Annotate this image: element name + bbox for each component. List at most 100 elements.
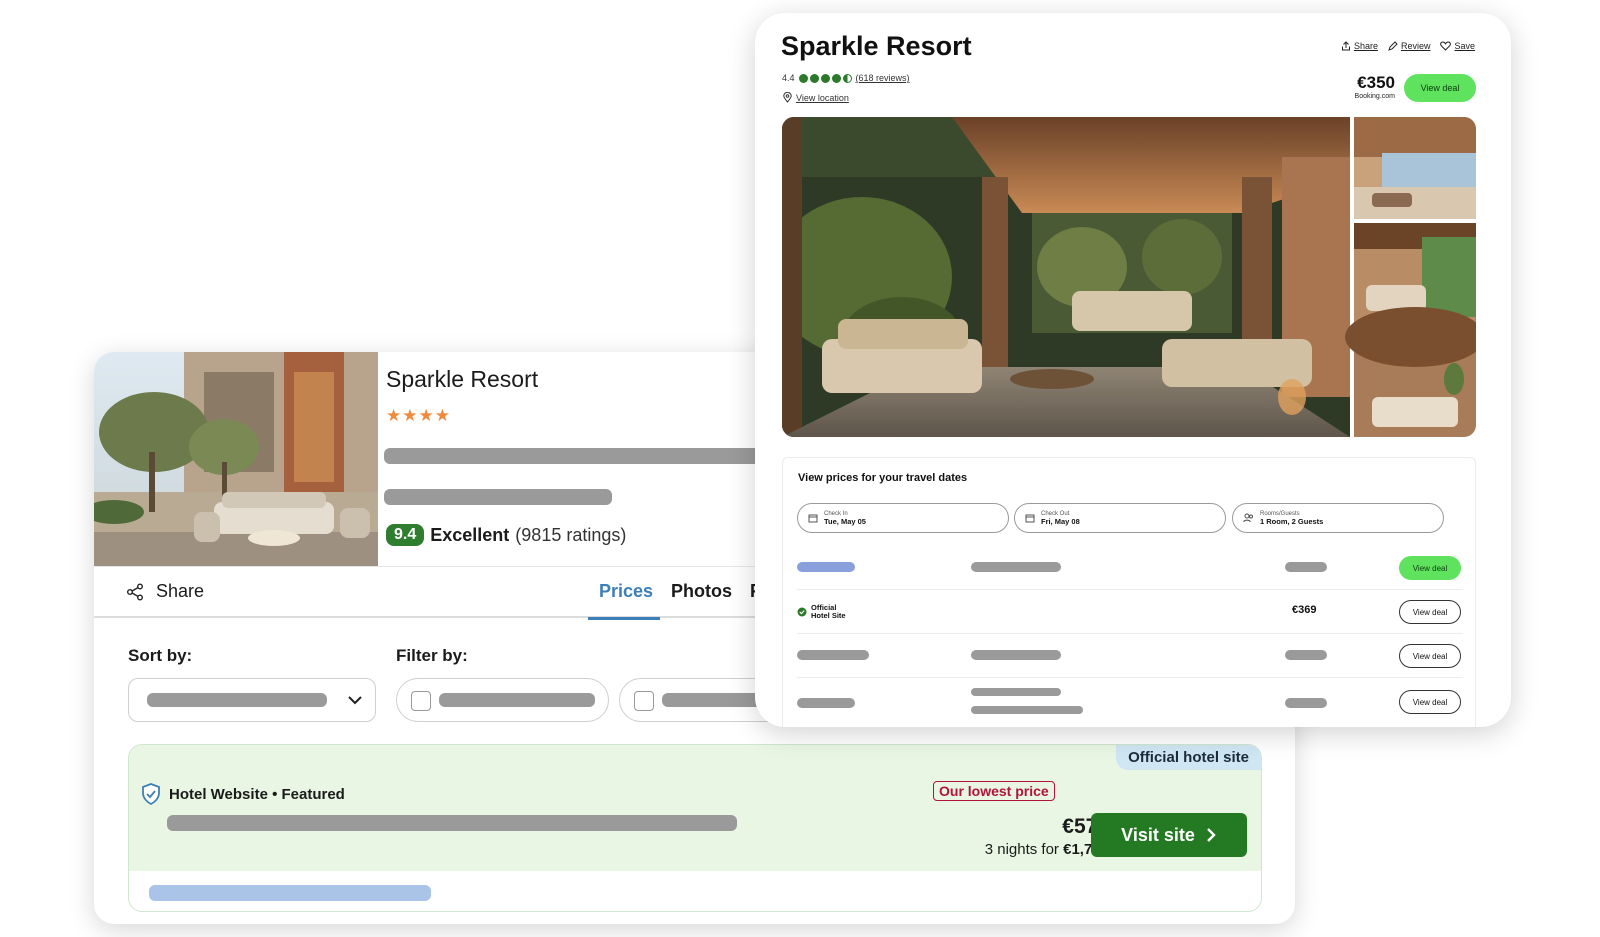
hotel-name: Sparkle Resort: [386, 366, 539, 392]
filter-checkbox[interactable]: [411, 691, 431, 711]
rating-bubble: [798, 73, 808, 83]
price-row: View deal: [797, 678, 1463, 722]
tab-photos[interactable]: Photos: [671, 581, 732, 602]
prices-panel: View prices for your travel dates Check …: [782, 457, 1476, 727]
gallery-main-photo[interactable]: [782, 117, 1350, 437]
active-tab-indicator: [588, 617, 660, 620]
shield-check-icon: [142, 783, 160, 805]
heart-icon: [1440, 41, 1452, 51]
hotel-website-label: Hotel Website • Featured: [141, 783, 345, 805]
official-site-tag: Official hotel site: [1116, 745, 1261, 770]
placeholder-bar: [797, 562, 855, 572]
placeholder-bar: [971, 688, 1061, 696]
hotel-website-text: Hotel Website • Featured: [169, 785, 345, 803]
share-link[interactable]: Share: [1341, 41, 1378, 51]
guest-rating: 9.4 Excellent (9815 ratings): [386, 524, 626, 546]
rating-word: Excellent: [430, 524, 510, 545]
guests-icon: [1243, 513, 1253, 523]
placeholder-bar: [1285, 562, 1327, 572]
featured-offer: Official hotel site Hotel Website • Feat…: [128, 744, 1262, 912]
rating-bubble: [820, 73, 830, 83]
filter-option[interactable]: [396, 678, 609, 722]
placeholder-bar: [971, 650, 1061, 660]
check-out-value: Fri, May 08: [1041, 516, 1080, 526]
best-price-source: Booking.com: [1354, 93, 1395, 100]
view-deal-button[interactable]: View deal: [1399, 644, 1461, 668]
nights-prefix: 3 nights for: [984, 841, 1064, 858]
review-link[interactable]: Review: [1388, 41, 1431, 51]
placeholder-bar: [1285, 650, 1327, 660]
best-price-value: €350: [1357, 73, 1395, 92]
action-links: Share Review Save: [1341, 41, 1475, 51]
placeholder-bar: [797, 698, 855, 708]
price-row-official: Official Hotel Site €369 View deal: [797, 590, 1463, 634]
sort-select[interactable]: [128, 678, 376, 722]
gallery-thumbnail-3[interactable]: [1345, 307, 1476, 437]
calendar-icon: [1025, 514, 1035, 523]
save-label: Save: [1454, 41, 1475, 51]
chevron-right-icon: [1207, 828, 1216, 842]
price-row: View deal: [797, 634, 1463, 678]
best-price: €350 Booking.com: [1315, 73, 1395, 100]
placeholder-bar: [167, 815, 737, 831]
sort-label: Sort by:: [128, 646, 193, 665]
rating-score-badge: 9.4: [386, 524, 425, 546]
hotel-hero-image[interactable]: [94, 352, 378, 566]
chevron-down-icon: [348, 696, 362, 705]
view-location-link[interactable]: View location: [783, 92, 849, 103]
review-label: Review: [1400, 41, 1431, 51]
share-label: Share: [1353, 41, 1378, 51]
share-label: Share: [156, 581, 205, 601]
check-out-field[interactable]: Check Out Fri, May 08: [1014, 503, 1226, 533]
price-row: View deal: [797, 546, 1463, 590]
view-deal-button[interactable]: View deal: [1399, 600, 1461, 624]
view-deal-button[interactable]: View deal: [1404, 74, 1476, 102]
placeholder-bar: [971, 706, 1083, 714]
placeholder-bar: [1285, 698, 1327, 708]
review-rating: 4.4 (618 reviews): [782, 73, 910, 83]
official-line-2: Hotel Site: [811, 610, 846, 620]
official-price: €369: [1292, 604, 1317, 616]
rooms-guests-value: 1 Room, 2 Guests: [1260, 516, 1324, 526]
rating-bubble: [809, 73, 819, 83]
share-icon: [127, 583, 143, 600]
placeholder-bar: [384, 448, 774, 464]
lowest-price-badge: Our lowest price: [933, 781, 1055, 801]
placeholder-bar: [797, 650, 869, 660]
rating-bubbles: [798, 73, 852, 83]
official-hotel-site-label: Official Hotel Site: [797, 604, 846, 620]
check-in-value: Tue, May 05: [824, 516, 866, 526]
prices-panel-title: View prices for your travel dates: [798, 472, 968, 484]
review-pencil-icon: [1388, 41, 1398, 51]
star-rating: ★★★★: [386, 406, 451, 425]
hotel-detail-card: Sparkle Resort Share Review Save 4.4 (61…: [755, 13, 1511, 727]
share-button[interactable]: Share: [126, 581, 204, 602]
view-location-label: View location: [796, 92, 849, 103]
save-link[interactable]: Save: [1440, 41, 1475, 51]
location-pin-icon: [783, 92, 792, 103]
placeholder-bar: [149, 885, 431, 901]
hotel-name: Sparkle Resort: [781, 31, 972, 61]
gallery-thumbnail-1[interactable]: [1354, 117, 1476, 219]
rating-value: 4.4: [782, 73, 795, 83]
visit-site-label: Visit site: [1121, 824, 1195, 845]
filter-label: Filter by:: [396, 646, 468, 665]
tab-prices[interactable]: Prices: [599, 581, 653, 602]
photo-gallery: [782, 117, 1476, 437]
check-in-field[interactable]: Check In Tue, May 05: [797, 503, 1009, 533]
nights-total: 3 nights for €1,727: [889, 841, 1109, 858]
visit-site-button[interactable]: Visit site: [1091, 813, 1247, 857]
filter-checkbox[interactable]: [634, 691, 654, 711]
placeholder-bar: [384, 489, 612, 505]
view-deal-button[interactable]: View deal: [1399, 690, 1461, 714]
view-deal-button[interactable]: View deal: [1399, 556, 1461, 580]
reviews-link[interactable]: (618 reviews): [856, 73, 910, 83]
verified-check-icon: [797, 607, 807, 617]
rating-bubble: [831, 73, 841, 83]
share-icon: [1341, 41, 1350, 51]
rating-bubble-half: [842, 73, 852, 83]
placeholder-bar: [439, 693, 595, 707]
rooms-guests-field[interactable]: Rooms/Guests 1 Room, 2 Guests: [1232, 503, 1444, 533]
rating-count: (9815 ratings): [515, 524, 627, 545]
placeholder-bar: [147, 693, 327, 707]
